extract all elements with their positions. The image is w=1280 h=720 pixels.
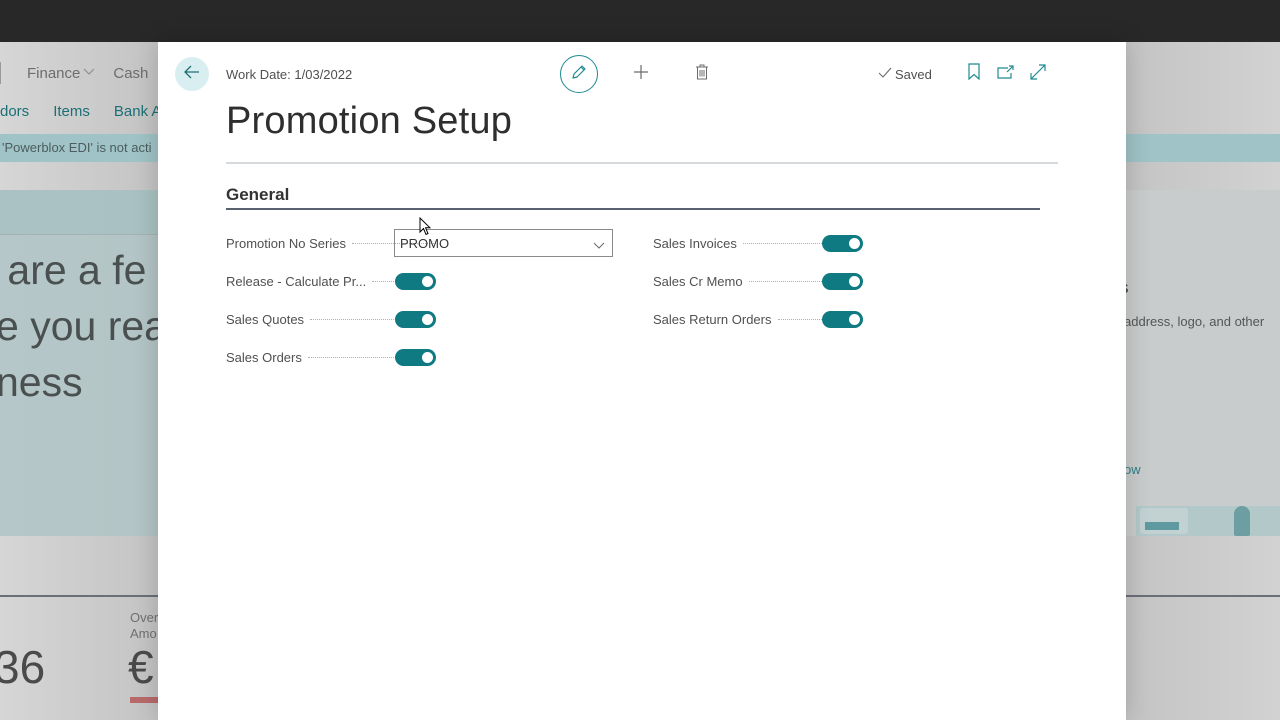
- illustration-figure: [1234, 506, 1250, 536]
- field-label: Sales Return Orders: [653, 311, 772, 327]
- kpi-value: 36: [0, 641, 46, 693]
- kpi-currency-value: €: [128, 641, 154, 693]
- trash-icon: [695, 64, 709, 85]
- checkmark-icon: [878, 67, 895, 82]
- field-label: Sales Orders: [226, 349, 302, 365]
- back-button[interactable]: [175, 57, 209, 91]
- field-label: Sales Invoices: [653, 235, 737, 251]
- section-divider: [226, 208, 1040, 210]
- toggle-knob: [422, 352, 433, 363]
- toggle-knob: [422, 314, 433, 325]
- title-divider: [226, 162, 1058, 164]
- open-in-new-window-button[interactable]: [996, 62, 1016, 86]
- action-toolbar: [560, 55, 717, 93]
- toggle-knob: [422, 276, 433, 287]
- nav-separator: [0, 62, 1, 84]
- pencil-icon: [570, 63, 588, 86]
- link-bank-accounts[interactable]: Bank A: [114, 103, 162, 120]
- hero-illustration: [1136, 506, 1280, 536]
- chevron-down-icon: [593, 238, 605, 253]
- hero-card-link[interactable]: ow: [1124, 462, 1141, 477]
- toggle-knob: [849, 238, 860, 249]
- top-bar: [0, 0, 1280, 42]
- field-label: Sales Quotes: [226, 311, 305, 327]
- toggle-knob: [849, 314, 860, 325]
- kpi-bar: [130, 697, 160, 703]
- hero-card: s address, logo, and other ow: [1120, 190, 1280, 536]
- mouse-cursor-icon: [419, 216, 432, 241]
- promotion-setup-dialog: Work Date: 1/03/2022 Saved Promotion Set…: [158, 42, 1126, 720]
- sales-cr-memo-toggle[interactable]: [822, 273, 863, 290]
- toggle-knob: [849, 276, 860, 287]
- bookmark-icon: [968, 63, 980, 85]
- nav-item-cash[interactable]: Cash: [113, 65, 148, 82]
- kpi-label: Over Amo: [130, 610, 159, 641]
- banner-text: 'Powerblox EDI' is not acti: [2, 140, 152, 155]
- page-title: Promotion Setup: [226, 100, 513, 142]
- sales-return-orders-toggle[interactable]: [822, 311, 863, 328]
- sales-orders-toggle[interactable]: [395, 349, 436, 366]
- background-nav: Finance Cash: [0, 62, 166, 84]
- expand-icon: [1030, 63, 1046, 85]
- field-label: Sales Cr Memo: [653, 273, 743, 289]
- plus-icon: [633, 64, 649, 85]
- illustration-bar: [1145, 522, 1179, 530]
- expand-button[interactable]: [1028, 62, 1048, 86]
- save-status: Saved: [878, 67, 932, 82]
- hero-card-description: address, logo, and other: [1124, 314, 1265, 329]
- back-arrow-icon: [184, 65, 200, 84]
- section-header-general[interactable]: General: [226, 185, 289, 205]
- work-date: Work Date: 1/03/2022: [226, 67, 353, 82]
- field-label: Release - Calculate Pr...: [226, 273, 367, 289]
- field-label: Promotion No Series: [226, 235, 346, 251]
- open-in-new-window-icon: [997, 64, 1015, 84]
- nav-item-finance[interactable]: Finance: [27, 65, 95, 82]
- release-calculate-price-toggle[interactable]: [395, 273, 436, 290]
- delete-button[interactable]: [687, 59, 717, 89]
- illustration-box: [1140, 508, 1188, 534]
- hero-text: are a fe e you rea ness: [0, 247, 167, 405]
- new-button[interactable]: [626, 59, 656, 89]
- save-status-text: Saved: [895, 67, 932, 82]
- link-vendors[interactable]: dors: [0, 103, 29, 120]
- link-items[interactable]: Items: [53, 103, 90, 120]
- nav-item-label: Cash: [113, 64, 149, 82]
- window-toolbar: [964, 62, 1060, 86]
- chevron-down-icon: [83, 67, 95, 79]
- sales-invoices-toggle[interactable]: [822, 235, 863, 252]
- bookmark-button[interactable]: [964, 62, 984, 86]
- sales-quotes-toggle[interactable]: [395, 311, 436, 328]
- edit-button[interactable]: [560, 55, 598, 93]
- nav-item-label: Finance: [27, 64, 81, 82]
